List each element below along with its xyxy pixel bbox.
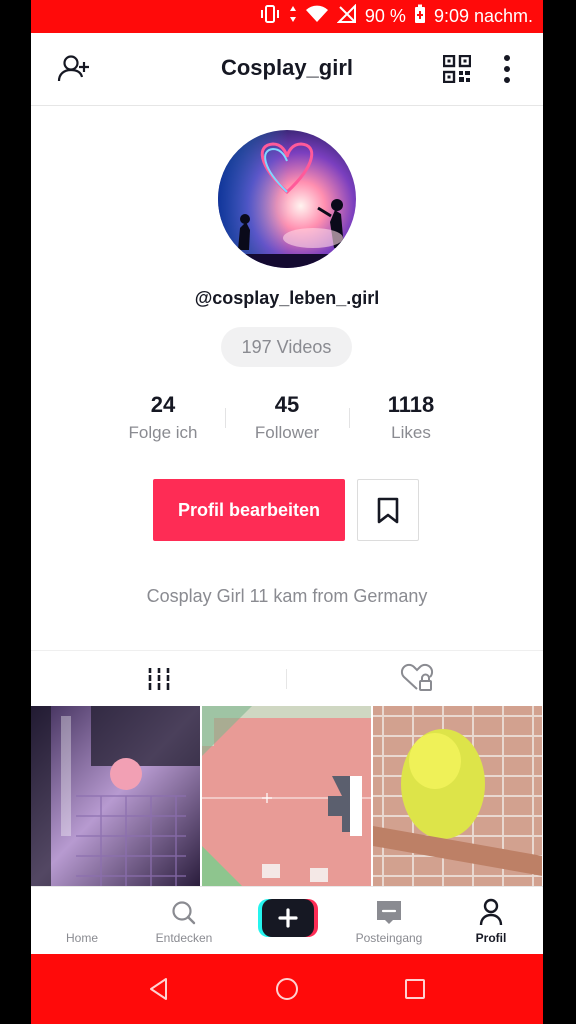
home-circle-icon[interactable] — [272, 974, 302, 1004]
avatar[interactable] — [218, 130, 356, 268]
nav-inbox[interactable]: Posteingang — [344, 887, 434, 955]
back-icon[interactable] — [144, 974, 174, 1004]
qr-code-icon[interactable] — [442, 54, 472, 84]
stat-likes-number: 1118 — [387, 392, 435, 417]
liked-locked-icon — [400, 663, 434, 691]
no-signal-icon — [336, 3, 357, 29]
battery-icon — [414, 4, 426, 29]
plus-icon — [258, 899, 318, 937]
stat-following-label: Folge ich — [128, 423, 198, 442]
search-icon — [172, 901, 196, 925]
profile-header: Cosplay_girl — [31, 33, 543, 106]
video-thumbnail[interactable] — [31, 706, 200, 886]
stat-followers[interactable]: 45 Follower — [225, 390, 349, 446]
recents-icon[interactable] — [400, 974, 430, 1004]
more-vertical-icon[interactable] — [499, 53, 515, 85]
stat-likes-label: Likes — [391, 423, 431, 442]
edit-profile-button[interactable]: Profil bearbeiten — [153, 479, 345, 541]
tab-videos[interactable] — [31, 651, 287, 707]
nav-home[interactable]: Home — [37, 887, 127, 955]
nav-discover-label: Entdecken — [155, 931, 213, 945]
nav-discover[interactable]: Entdecken — [139, 887, 229, 955]
system-navigation-bar — [31, 954, 543, 1024]
data-arrows-icon — [289, 5, 297, 28]
stat-following-number: 24 — [150, 392, 176, 417]
content-tabs — [31, 650, 543, 707]
video-thumbnail[interactable] — [202, 706, 371, 886]
stat-followers-label: Follower — [254, 423, 320, 442]
tab-liked[interactable] — [287, 651, 543, 707]
video-grid — [31, 706, 543, 886]
clock: 9:09 nachm. — [433, 6, 533, 26]
videos-grid-icon — [147, 668, 171, 690]
nav-profile[interactable]: Profil — [446, 887, 536, 955]
profile-bio: Cosplay Girl 11 kam from Germany — [146, 586, 428, 606]
nav-inbox-label: Posteingang — [355, 931, 423, 945]
stat-following[interactable]: 24 Folge ich — [101, 390, 225, 446]
create-video-button[interactable] — [258, 899, 318, 937]
favorites-button[interactable] — [357, 479, 419, 541]
profile-username: @cosplay_leben_.girl — [194, 288, 380, 308]
bookmark-icon — [377, 497, 399, 524]
battery-percent: 90 % — [364, 6, 406, 26]
stat-likes[interactable]: 1118 Likes — [349, 390, 473, 446]
phone-screen: 90 % 9:09 nachm. Cosplay_girl @cosplay_l… — [31, 0, 543, 1024]
status-bar: 90 % 9:09 nachm. — [31, 0, 543, 33]
wifi-icon — [305, 5, 329, 28]
nav-profile-label: Profil — [475, 931, 507, 945]
vibrate-icon — [259, 4, 281, 29]
profile-icon — [479, 898, 503, 926]
home-icon — [37, 887, 127, 931]
nav-home-label: Home — [65, 931, 98, 945]
video-thumbnail[interactable] — [373, 706, 542, 886]
status-bar-right: 90 % 9:09 nachm. — [259, 0, 533, 33]
stat-followers-number: 45 — [274, 392, 300, 417]
profile-stats: 24 Folge ich 45 Follower 1118 Likes — [101, 390, 473, 450]
videos-count-pill[interactable]: 197 Videos — [221, 327, 352, 367]
inbox-icon — [377, 901, 401, 924]
bottom-navigation: Home Entdecken Posteingang Profil — [31, 886, 543, 955]
